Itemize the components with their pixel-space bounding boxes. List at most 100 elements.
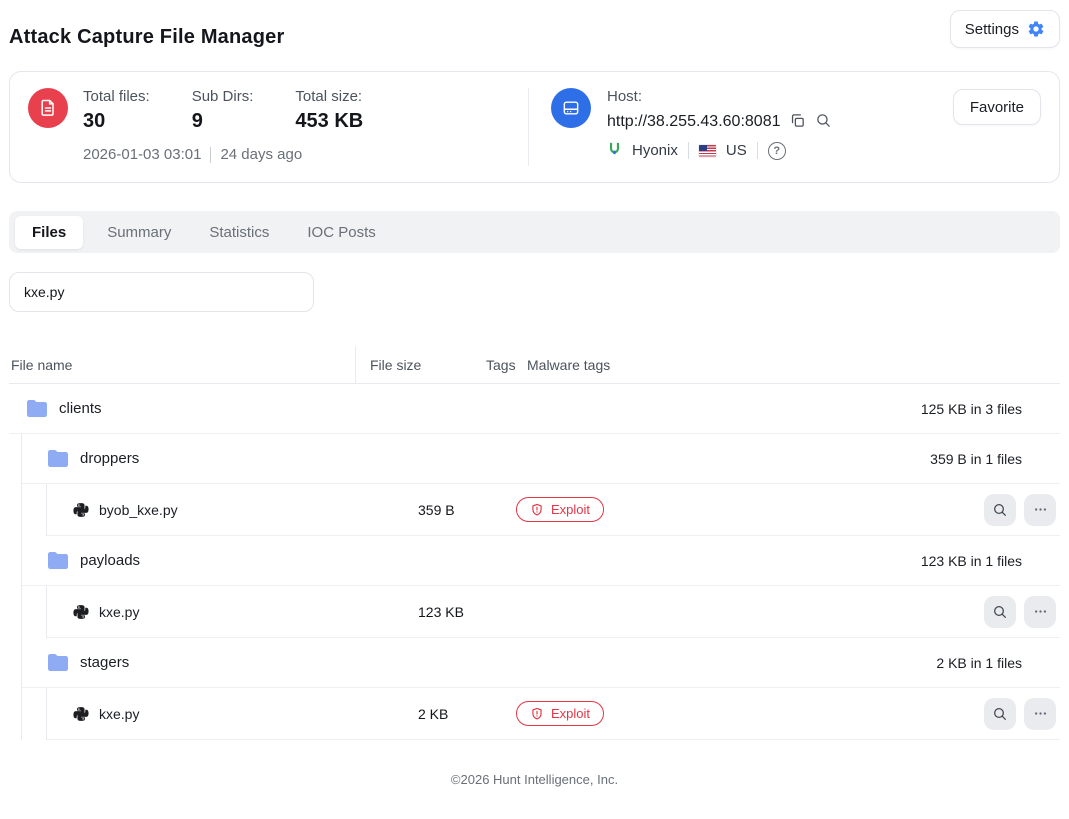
help-icon: ? <box>768 142 786 160</box>
file-preview-button[interactable] <box>984 494 1016 526</box>
file-more-options-button[interactable] <box>1024 494 1056 526</box>
stat-label: Total files: <box>83 88 150 105</box>
host-url: http://38.255.43.60:8081 <box>607 113 780 131</box>
overview-card: Total files: 30 Sub Dirs:9 Total size: 453 K… <box>9 71 1060 183</box>
attack-capture-page: Attack Capture File Manager Settings Tot… <box>0 0 1069 799</box>
file-name-cell: kxe.py <box>73 706 418 722</box>
file-preview-button[interactable] <box>984 698 1016 730</box>
file-more-options-button[interactable] <box>1024 698 1056 730</box>
host-label: Host: <box>607 88 832 105</box>
stat-item: Total size: 453 KB <box>295 88 363 133</box>
stat-item: Sub Dirs:9 <box>192 88 254 133</box>
file-size: 123 KB <box>418 604 516 620</box>
tab-ioc-posts[interactable]: IOC Posts <box>293 216 389 249</box>
top-bar: Attack Capture File Manager Settings <box>9 0 1060 49</box>
file-size: 2 KB <box>418 706 516 722</box>
python-file-icon <box>73 706 89 722</box>
tag-label: Exploit <box>551 706 590 721</box>
row-actions <box>984 494 1060 526</box>
folder-group: droppers359 B in 1 filesbyob_kxe.py359 B… <box>21 434 1060 740</box>
folder-icon <box>48 450 68 467</box>
file-more-options-button[interactable] <box>1024 596 1056 628</box>
shield-alert-icon <box>530 503 544 517</box>
column-header-malware-tags: Malware tags <box>527 357 610 373</box>
meta-divider <box>757 142 758 159</box>
gear-icon <box>1027 20 1045 38</box>
column-header-tags: Tags <box>486 357 527 373</box>
tab-files[interactable]: Files <box>15 216 83 249</box>
tab-summary[interactable]: Summary <box>93 216 185 249</box>
search-host-button[interactable] <box>815 112 832 132</box>
table-header: File name File size Tags Malware tags <box>9 346 1060 384</box>
folder-row[interactable]: clients 125 KB in 3 files <box>9 384 1060 434</box>
file-search-input[interactable] <box>9 272 314 312</box>
meta-divider <box>688 142 689 159</box>
capture-stats-section: Total files: 30 Sub Dirs:9 Total size: 453 K… <box>28 88 528 166</box>
folder-icon <box>48 654 68 671</box>
file-table: File name File size Tags Malware tags cl… <box>9 346 1060 740</box>
stat-label: Total size: <box>295 88 363 105</box>
stat-value: 453 KB <box>295 110 363 133</box>
file-tree: clients 125 KB in 3 files droppers359 B in… <box>9 384 1060 740</box>
file-name: kxe.py <box>99 604 139 620</box>
folder-name: droppers <box>80 450 139 467</box>
search-icon <box>815 112 832 132</box>
row-actions <box>984 698 1060 730</box>
host-icon <box>551 88 591 128</box>
python-file-icon <box>73 604 89 620</box>
column-header-file-size: File size <box>356 357 486 373</box>
file-tags-cell: Exploit <box>516 701 604 726</box>
file-name: kxe.py <box>99 706 139 722</box>
folder-size-summary: 125 KB in 3 files <box>921 401 1060 417</box>
magnifier-icon <box>992 502 1008 518</box>
host-provider: Hyonix <box>632 142 678 159</box>
page-title: Attack Capture File Manager <box>9 26 284 49</box>
file-size: 359 B <box>418 502 516 518</box>
card-divider <box>528 88 529 166</box>
folder-icon <box>48 552 68 569</box>
folder-icon <box>27 400 47 417</box>
ellipsis-icon <box>1033 604 1048 619</box>
file-preview-button[interactable] <box>984 596 1016 628</box>
settings-button-label: Settings <box>965 21 1019 38</box>
tab-statistics[interactable]: Statistics <box>195 216 283 249</box>
row-actions <box>984 596 1060 628</box>
folder-name: stagers <box>80 654 129 671</box>
settings-button[interactable]: Settings <box>950 10 1060 48</box>
folder-name: payloads <box>80 552 140 569</box>
file-stats-icon <box>28 88 68 128</box>
folder-row[interactable]: payloads 123 KB in 1 files <box>22 536 1060 586</box>
folder-size-summary: 123 KB in 1 files <box>921 553 1060 569</box>
copy-url-button[interactable] <box>789 112 806 132</box>
magnifier-icon <box>992 604 1008 620</box>
stat-value: 30 <box>83 110 150 133</box>
tag-label: Exploit <box>551 502 590 517</box>
folder-group: kxe.py 123 KB <box>46 586 1060 638</box>
file-row: byob_kxe.py359 B Exploit <box>47 484 1060 536</box>
file-name-cell: byob_kxe.py <box>73 502 418 518</box>
copy-icon <box>789 112 806 132</box>
hyonix-logo-icon <box>607 141 622 160</box>
column-header-file-name: File name <box>9 346 356 383</box>
shield-alert-icon <box>530 707 544 721</box>
file-tags-cell: Exploit <box>516 497 604 522</box>
ellipsis-icon <box>1033 706 1048 721</box>
folder-row[interactable]: stagers 2 KB in 1 files <box>22 638 1060 688</box>
file-row: kxe.py 123 KB <box>47 586 1060 638</box>
folder-name: clients <box>59 400 102 417</box>
capture-date-row: 2026-01-03 03:01 24 days ago <box>83 146 528 163</box>
favorite-button[interactable]: Favorite <box>953 89 1041 125</box>
tag-badge: Exploit <box>516 497 604 522</box>
folder-row[interactable]: droppers359 B in 1 files <box>22 434 1060 484</box>
folder-group: kxe.py 2 KB Exploit <box>46 688 1060 740</box>
stat-value: 9 <box>192 110 254 133</box>
tag-badge: Exploit <box>516 701 604 726</box>
help-button[interactable]: ? <box>768 142 786 160</box>
copyright-text: ©2026 Hunt Intelligence, Inc. <box>451 772 618 787</box>
tab-bar: Files Summary Statistics IOC Posts <box>9 211 1060 253</box>
capture-date: 2026-01-03 03:01 <box>83 146 201 163</box>
stats-group: Total files: 30 Sub Dirs:9 Total size: 453 K… <box>83 88 363 133</box>
folder-size-summary: 2 KB in 1 files <box>936 655 1060 671</box>
search-wrap <box>9 272 1060 312</box>
host-section: Host: http://38.255.43.60:8081 <box>551 88 1041 166</box>
